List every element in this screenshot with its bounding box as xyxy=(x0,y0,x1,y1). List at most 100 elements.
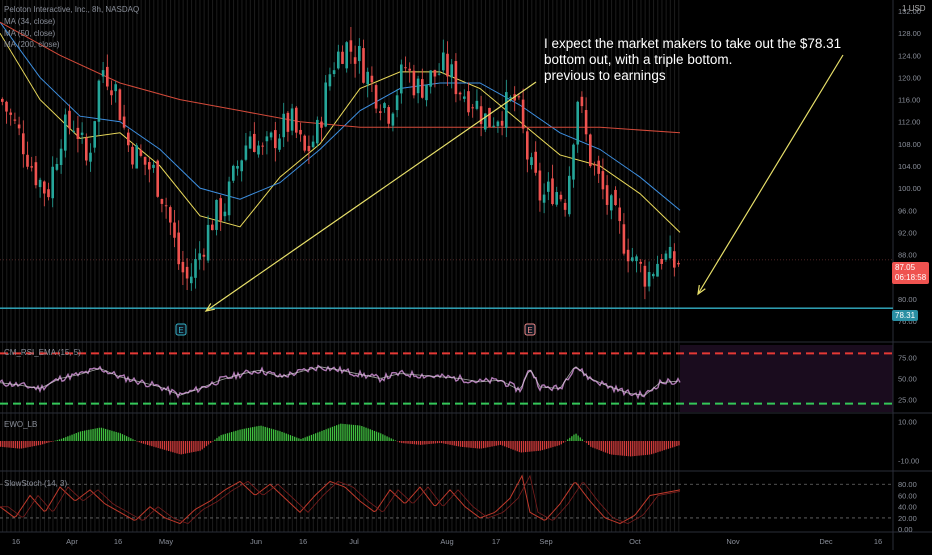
session-stripe xyxy=(228,0,230,532)
candle-body xyxy=(563,202,567,210)
candle-body xyxy=(173,222,176,238)
ewo-bar xyxy=(111,430,113,441)
session-stripe xyxy=(312,0,314,532)
ewo-bar xyxy=(424,441,426,445)
ewo-bar xyxy=(10,441,12,448)
session-stripe xyxy=(354,0,356,532)
ewo-bar xyxy=(333,425,336,441)
session-stripe xyxy=(241,0,243,532)
ewo-bar xyxy=(193,441,195,452)
ewo-bar xyxy=(338,424,340,441)
ewo-bar xyxy=(48,441,50,443)
candle-body xyxy=(349,40,353,52)
ewo-bar xyxy=(350,424,352,441)
session-stripe xyxy=(539,0,541,532)
session-stripe xyxy=(86,0,88,532)
ewo-bar xyxy=(128,437,130,441)
session-stripe xyxy=(359,0,361,532)
candle-body xyxy=(584,110,588,135)
currency-label[interactable]: 1 USD xyxy=(902,4,926,13)
candle-body xyxy=(425,84,428,101)
ewo-bar xyxy=(434,441,436,444)
ewo-bar xyxy=(567,439,569,441)
ewo-bar xyxy=(585,441,588,444)
session-stripe xyxy=(476,0,478,532)
session-stripe xyxy=(304,0,306,532)
ewo-bar xyxy=(548,441,550,449)
ewo-bar xyxy=(443,441,445,444)
session-stripe xyxy=(321,0,323,532)
ewo-bar xyxy=(669,441,672,449)
ewo-bar xyxy=(283,432,285,441)
ewo-bar xyxy=(222,434,224,441)
annotation-line-3: previous to earnings xyxy=(544,68,666,83)
price-tick-label: 100.00 xyxy=(898,184,921,193)
candle-body xyxy=(429,70,432,87)
ewo-bar xyxy=(396,441,399,442)
candle-body xyxy=(219,198,222,221)
ewo-bar xyxy=(399,441,401,443)
ewo-bar xyxy=(640,441,642,456)
ewo-bar xyxy=(149,441,151,446)
ewo-bar xyxy=(583,441,586,442)
ewo-bar xyxy=(382,434,384,441)
ewo-bar xyxy=(367,428,369,441)
candle-body xyxy=(622,224,626,254)
ewo-bar xyxy=(644,441,646,456)
candle-body xyxy=(76,127,80,139)
candle-body xyxy=(559,194,563,200)
ewo-bar xyxy=(79,431,82,441)
session-stripe xyxy=(283,0,285,532)
ewo-label[interactable]: EWO_LB xyxy=(4,420,37,429)
ewo-bar xyxy=(619,441,621,456)
ewo-bar xyxy=(155,441,157,448)
candle-body xyxy=(206,224,210,261)
stoch-tick-label: 80.00 xyxy=(898,480,917,489)
legend-ma50[interactable]: MA (50, close) xyxy=(4,29,55,38)
ewo-bar xyxy=(573,434,575,441)
ewo-bar xyxy=(518,441,520,453)
stoch-label[interactable]: SlowStoch (14, 3) xyxy=(4,479,67,488)
ewo-bar xyxy=(226,433,229,441)
candle-body xyxy=(17,124,21,129)
ewo-bar xyxy=(533,441,535,452)
candle-body xyxy=(467,91,470,113)
legend-ma34[interactable]: MA (34, close) xyxy=(4,17,55,26)
session-stripe xyxy=(485,0,487,532)
candle-body xyxy=(383,103,386,109)
legend-ma200[interactable]: MA (200, close) xyxy=(4,40,60,49)
ewo-bar xyxy=(342,423,344,441)
candle-body xyxy=(110,90,113,96)
candle-body xyxy=(400,64,403,94)
ewo-bar xyxy=(317,432,319,441)
session-stripe xyxy=(472,0,474,532)
candle-body xyxy=(412,70,416,96)
ewo-bar xyxy=(228,432,231,441)
annotation-text: I expect the market makers to take out t… xyxy=(544,36,904,84)
candle-body xyxy=(505,92,508,128)
ewo-bar xyxy=(495,441,497,446)
ewo-bar xyxy=(126,436,128,441)
ewo-bar xyxy=(478,441,481,449)
rsi-label[interactable]: CM_RSI_EMA (15, 5) xyxy=(4,348,81,357)
session-stripe xyxy=(14,0,16,532)
ewo-bar xyxy=(525,441,527,453)
candle-body xyxy=(576,101,579,145)
ewo-bar xyxy=(476,441,478,449)
ewo-bar xyxy=(411,441,413,445)
ewo-bar xyxy=(409,441,411,444)
ewo-bar xyxy=(375,431,378,441)
ewo-bar xyxy=(432,441,434,444)
ewo-bar xyxy=(273,429,275,441)
ewo-bar xyxy=(296,437,298,441)
candle-body xyxy=(555,192,558,205)
earnings-marker-label: E xyxy=(178,326,183,335)
ewo-bar xyxy=(672,441,674,448)
candle-body xyxy=(416,78,420,94)
ewo-bar xyxy=(119,433,121,441)
ewo-bar xyxy=(485,441,487,448)
session-stripe xyxy=(165,0,167,532)
ewo-bar xyxy=(140,441,142,444)
session-stripe xyxy=(94,0,96,532)
candle-body xyxy=(572,144,575,180)
